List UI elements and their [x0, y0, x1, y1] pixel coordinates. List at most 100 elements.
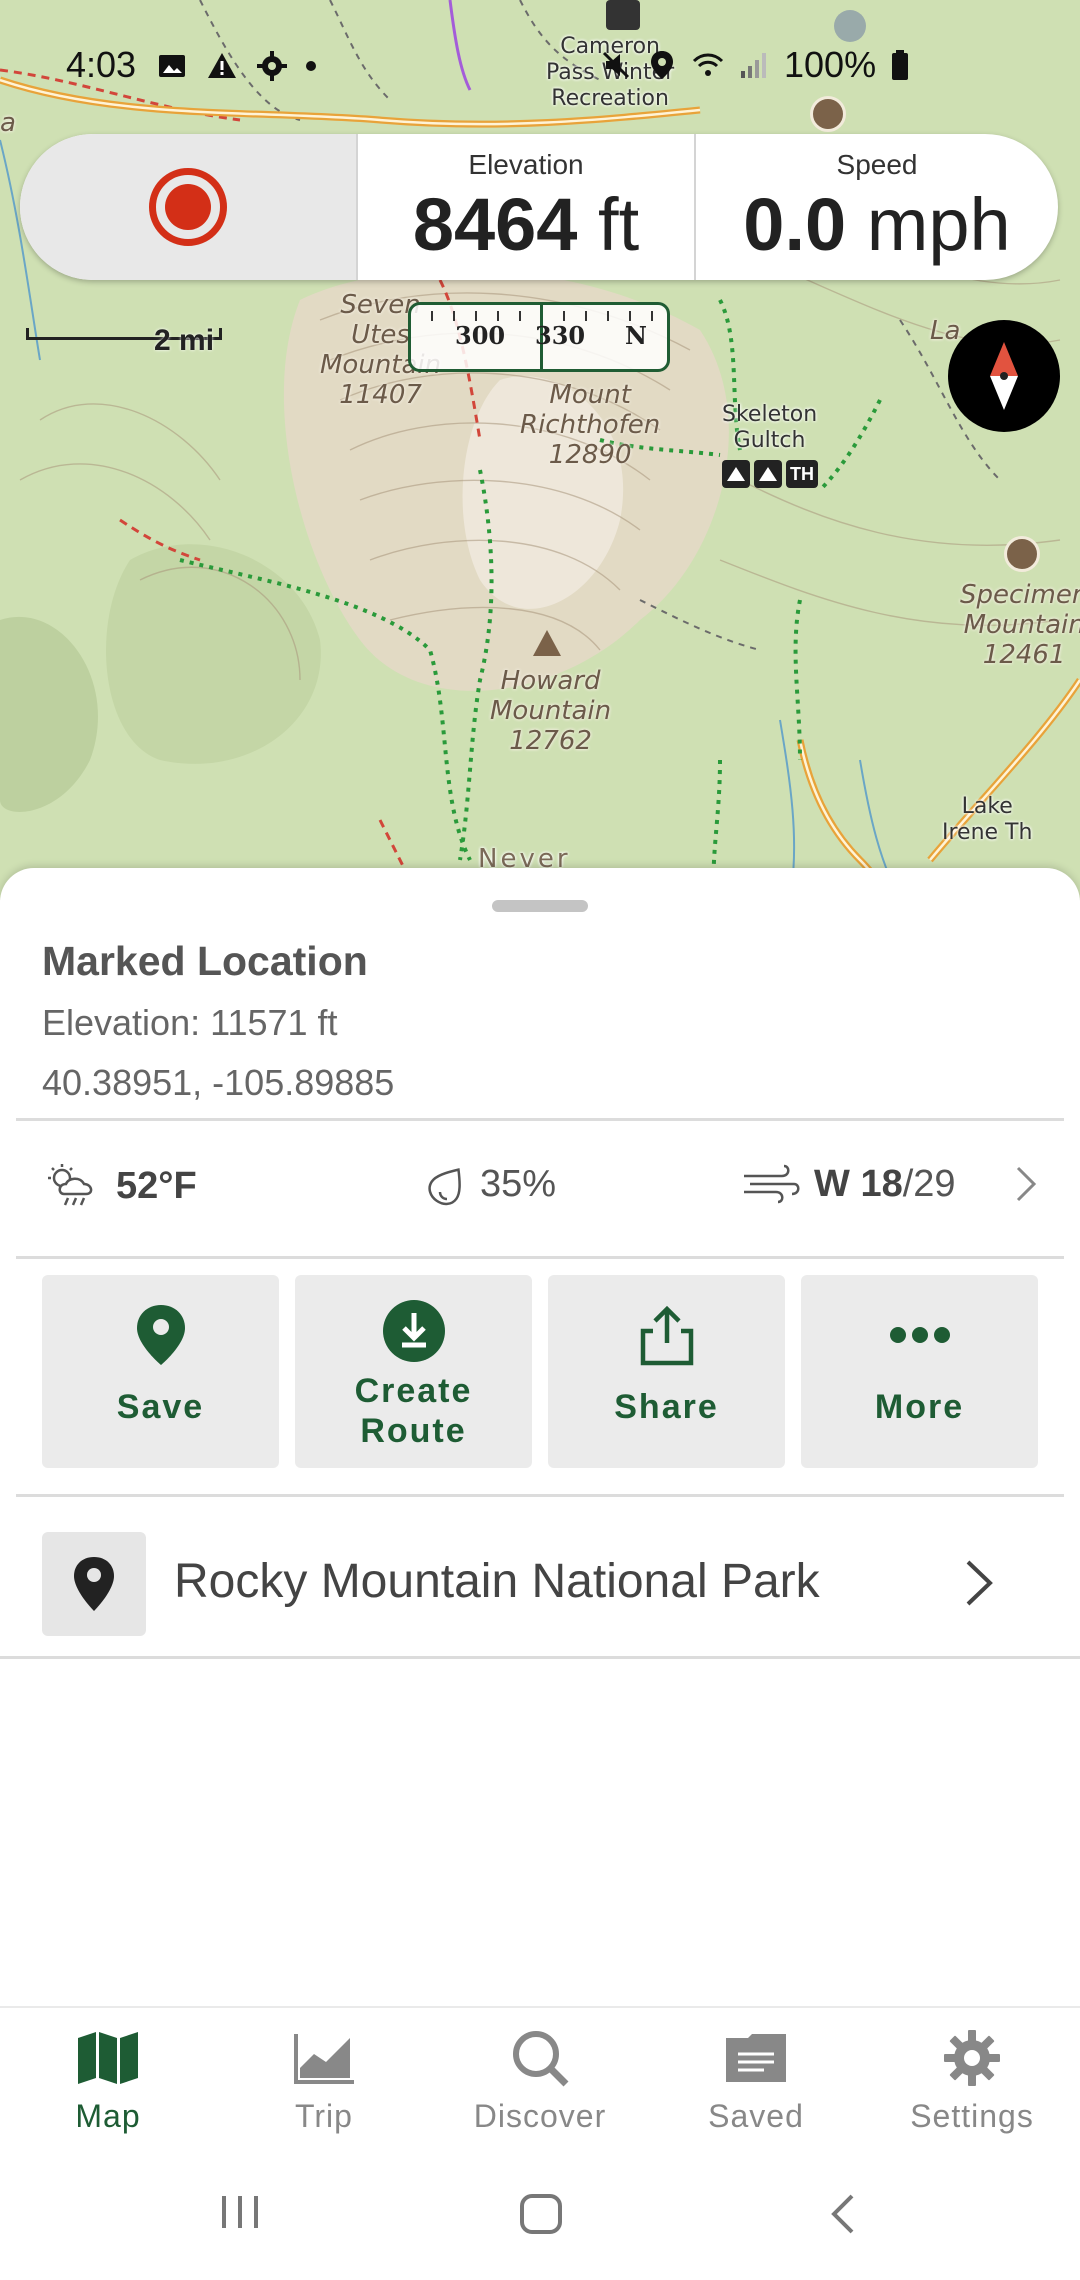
elevation-value: 8464 ft — [413, 182, 639, 268]
trailhead-icon: TH — [786, 460, 818, 488]
map-label-line: Gultch — [733, 428, 806, 453]
chart-icon — [288, 2026, 360, 2090]
map-label-specimen: Specimen Mountain 12461 — [960, 580, 1080, 670]
compass-button[interactable] — [948, 320, 1060, 432]
nav-discover[interactable]: Discover — [432, 2026, 648, 2146]
location-pin-icon — [42, 1532, 146, 1636]
system-nav-bar — [0, 2152, 1080, 2280]
heading-mark: 330 — [535, 321, 586, 350]
create-route-label: Create Route — [355, 1371, 473, 1451]
alert-icon — [208, 53, 236, 78]
speed-stat: Speed 0.0 mph — [696, 134, 1058, 280]
share-button-label: Share — [614, 1388, 719, 1426]
heading-tape: 300 330 N — [408, 302, 670, 372]
park-row[interactable]: Rocky Mountain National Park — [0, 1524, 1080, 1636]
nav-saved[interactable]: Saved — [648, 2026, 864, 2146]
location-sheet[interactable]: Marked Location Elevation: 11571 ft 40.3… — [0, 868, 1080, 2008]
map-label-howard: Howard Mountain 12762 — [490, 666, 611, 756]
location-title: Marked Location — [42, 938, 368, 984]
wind-direction: W — [814, 1162, 850, 1205]
more-button-label: More — [874, 1388, 965, 1426]
status-bar: 4:03 100% — [0, 0, 1080, 132]
nav-trip-label: Trip — [295, 2098, 353, 2134]
chevron-right-icon[interactable] — [1014, 1164, 1038, 1204]
nav-map-label: Map — [75, 2098, 141, 2134]
back-icon[interactable] — [826, 2192, 860, 2236]
more-icon — [884, 1299, 956, 1371]
wind-gust: 29 — [913, 1162, 956, 1205]
elevation-stat: Elevation 8464 ft — [358, 134, 696, 280]
humidity-drop-icon — [428, 1168, 461, 1206]
divider — [0, 1656, 1080, 1659]
map-label-line: Howard — [500, 666, 601, 696]
save-button[interactable]: Save — [42, 1275, 279, 1468]
share-button[interactable]: Share — [548, 1275, 785, 1468]
status-icons-left — [156, 50, 316, 82]
more-button[interactable]: More — [801, 1275, 1038, 1468]
poi-marker-icon[interactable] — [1004, 536, 1040, 572]
humidity-value: 35% — [480, 1162, 557, 1205]
record-icon — [149, 168, 227, 246]
location-coordinates[interactable]: 40.38951, -105.89885 — [42, 1062, 394, 1104]
recorder-card: Elevation 8464 ft Speed 0.0 mph — [20, 134, 1058, 280]
map-label-lake-irene: Lake Irene Th — [942, 794, 1032, 846]
nav-map[interactable]: Map — [0, 2026, 216, 2146]
share-icon — [631, 1299, 703, 1371]
map-label-line: Mountain — [490, 696, 612, 726]
speed-unit: mph — [866, 183, 1011, 266]
weather-wind: W 18/29 — [742, 1162, 956, 1206]
map-label-line: Mount — [549, 380, 631, 410]
temperature-value: 52°F — [116, 1164, 197, 1207]
campground-icons[interactable]: TH — [722, 460, 818, 488]
park-name: Rocky Mountain National Park — [174, 1555, 820, 1608]
nav-settings-label: Settings — [910, 2098, 1034, 2134]
weather-humidity: 35% — [428, 1162, 556, 1206]
create-route-label-line2: Route — [360, 1412, 467, 1450]
create-route-button[interactable]: Create Route — [295, 1275, 532, 1468]
heading-mark: N — [625, 321, 647, 350]
divider — [16, 1494, 1064, 1497]
heading-mark: 300 — [455, 321, 506, 350]
recent-apps-icon[interactable] — [218, 2192, 262, 2232]
dot-icon — [306, 61, 316, 71]
map-scale-bar: 2 mi — [26, 322, 222, 357]
status-time: 4:03 — [66, 44, 137, 85]
sheet-drag-handle[interactable] — [492, 900, 588, 912]
battery-icon — [892, 50, 909, 80]
speed-number: 0.0 — [743, 183, 847, 266]
map-label-line: Skeleton — [722, 402, 818, 427]
nav-discover-label: Discover — [473, 2098, 607, 2134]
map-label-line: 12461 — [982, 640, 1066, 670]
weather-temperature: 52°F — [46, 1162, 197, 1210]
weather-row[interactable]: 52°F 35% W 18/29 — [0, 1128, 1080, 1238]
campground-icon — [754, 460, 782, 488]
location-icon — [651, 51, 673, 79]
map-label-line: Irene Th — [942, 820, 1033, 845]
status-icons-right: 100% — [600, 44, 910, 86]
bottom-nav: Map Trip Discover Saved Settings — [0, 2006, 1080, 2152]
record-button[interactable] — [20, 134, 358, 280]
search-icon — [504, 2026, 576, 2090]
battery-percent: 100% — [784, 44, 877, 85]
campground-icon — [722, 460, 750, 488]
home-icon[interactable] — [518, 2192, 564, 2236]
map-label-richthofen: Mount Richthofen 12890 — [520, 380, 660, 470]
map-label-line: 11407 — [339, 380, 422, 410]
pin-icon — [125, 1299, 197, 1371]
wind-separator: / — [902, 1162, 914, 1205]
wind-speed: 18 — [860, 1162, 903, 1205]
map-label-skeleton-gultch: Skeleton Gultch — [722, 402, 817, 454]
peak-icon[interactable] — [533, 630, 561, 656]
speed-value: 0.0 mph — [743, 182, 1010, 268]
download-icon — [378, 1299, 450, 1363]
map-label-line: Mountain — [963, 610, 1080, 640]
compass-icon — [990, 342, 1018, 410]
nav-trip[interactable]: Trip — [216, 2026, 432, 2146]
map-label-line: Lake — [961, 794, 1013, 819]
elevation-label: Elevation — [468, 149, 584, 180]
settings-icon — [257, 51, 287, 81]
wifi-icon — [692, 53, 724, 76]
divider — [16, 1118, 1064, 1121]
nav-settings[interactable]: Settings — [864, 2026, 1080, 2146]
map-label-line: 12762 — [509, 726, 592, 756]
